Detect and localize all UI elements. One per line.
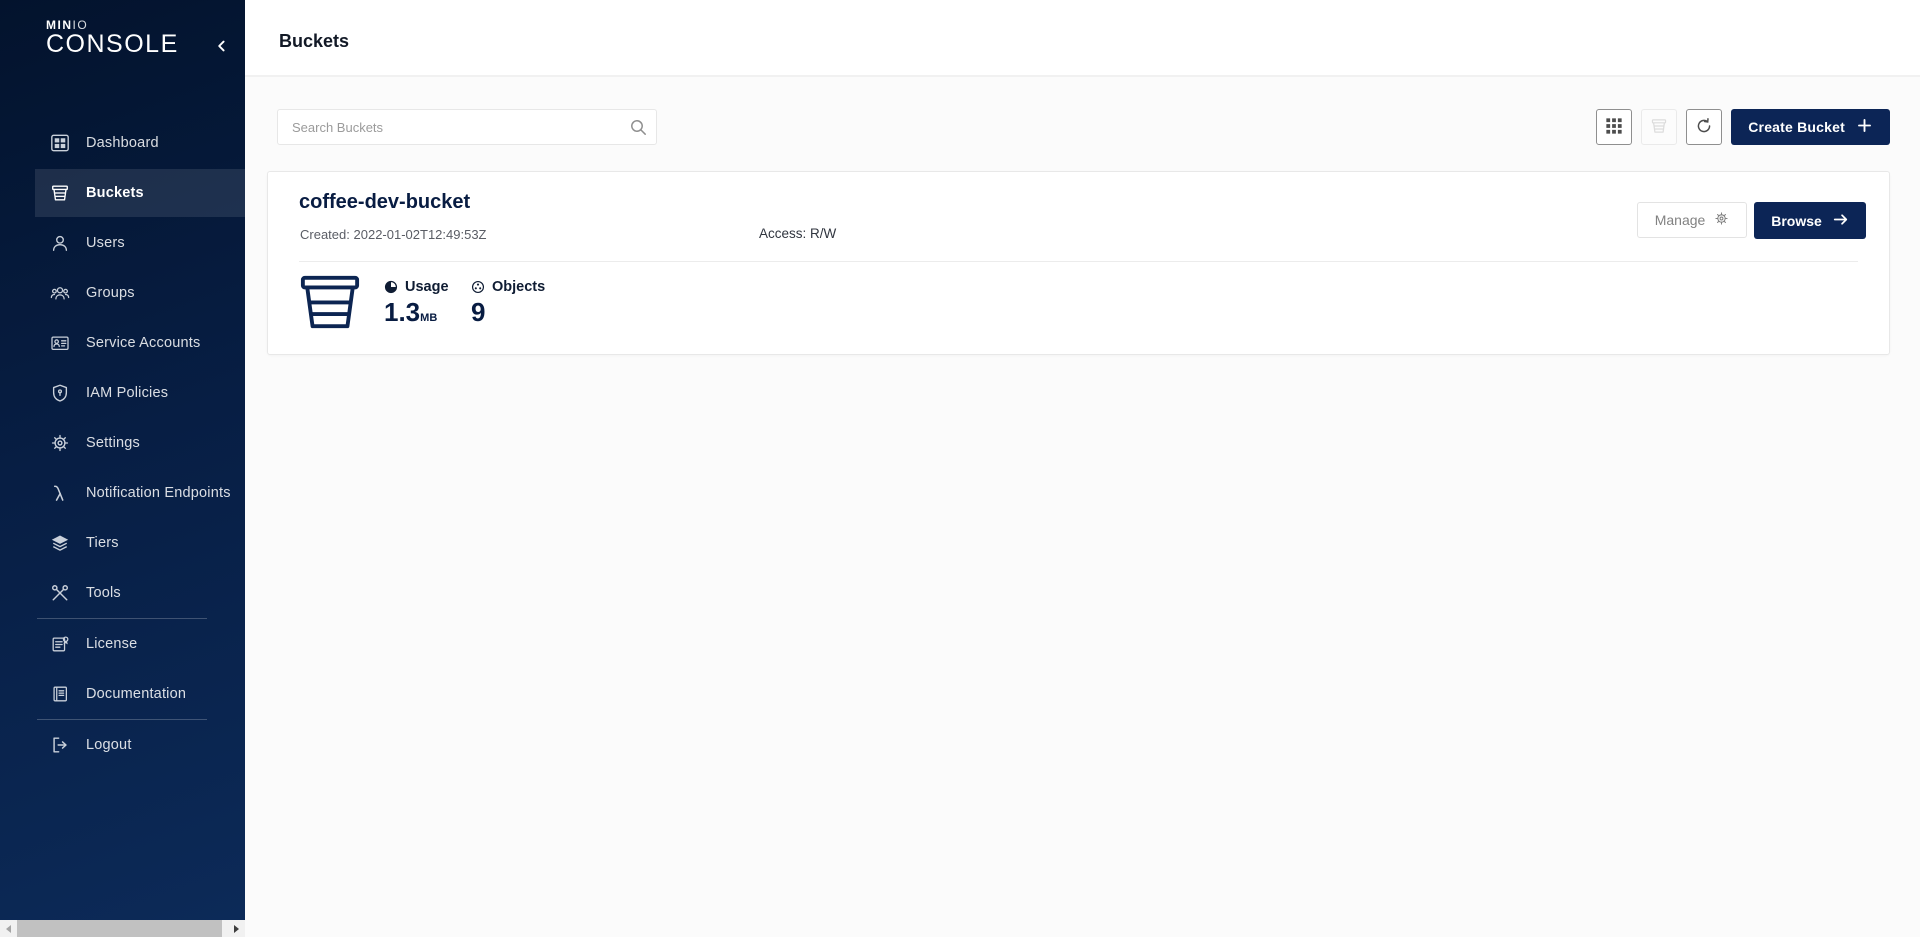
shield-icon [50,383,70,403]
scroll-left-arrow[interactable] [0,920,17,937]
manage-label: Manage [1655,212,1706,228]
refresh-button[interactable] [1686,109,1722,145]
sidebar-item-settings[interactable]: Settings [0,418,245,468]
objects-value: 9 [471,297,485,327]
card-divider [299,261,1858,262]
usage-metric: Usage 1.3MB [384,279,449,332]
sidebar-item-label: Notification Endpoints [86,485,231,501]
plus-icon [1856,117,1873,137]
browse-button[interactable]: Browse [1754,202,1866,239]
logout-icon [50,735,70,755]
list-view-button [1641,109,1677,145]
license-icon [50,634,70,654]
gear-icon [50,433,70,453]
main-content: Create Bucket coffee-dev-bucket Created:… [245,77,1920,937]
sidebar-item-dashboard[interactable]: Dashboard [0,118,245,168]
access-label: Access: [759,226,806,241]
created-value: 2022-01-02T12:49:53Z [354,227,487,242]
manage-button[interactable]: Manage [1637,202,1747,238]
scroll-right-arrow[interactable] [228,920,245,937]
objects-label: Objects [492,279,545,295]
sidebar-item-label: Buckets [86,185,144,201]
arrow-right-icon [1832,211,1849,231]
bucket-list-icon [1650,117,1668,138]
bucket-icon [50,183,70,203]
gear-icon [1714,211,1729,229]
grid-view-icon [1605,117,1623,138]
bucket-icon [299,274,361,330]
sidebar: MINIO CONSOLE Dashboard Buckets Users Gr… [0,0,245,920]
sidebar-item-label: Tiers [86,535,119,551]
sidebar-item-label: Settings [86,435,140,451]
page-title: Buckets [279,31,349,52]
create-bucket-button[interactable]: Create Bucket [1731,109,1890,145]
objects-icon [471,280,485,294]
usage-unit: MB [420,312,437,324]
usage-label: Usage [405,279,449,295]
sidebar-item-tools[interactable]: Tools [0,568,245,618]
sidebar-item-label: Tools [86,585,121,601]
bucket-name[interactable]: coffee-dev-bucket [299,191,470,214]
lambda-icon [50,483,70,503]
created-label: Created: [300,227,350,242]
sidebar-item-users[interactable]: Users [0,218,245,268]
create-bucket-label: Create Bucket [1748,119,1845,135]
sidebar-item-tiers[interactable]: Tiers [0,518,245,568]
access-value: R/W [810,226,836,241]
groups-icon [50,283,70,303]
user-icon [50,233,70,253]
page-header: Buckets [245,0,1920,77]
pie-icon [384,280,398,294]
search-input[interactable] [277,109,657,145]
sidebar-item-service-accounts[interactable]: Service Accounts [0,318,245,368]
toolbar-actions: Create Bucket [1596,109,1890,145]
sidebar-item-logout[interactable]: Logout [0,720,245,770]
sidebar-item-documentation[interactable]: Documentation [0,669,245,719]
browse-label: Browse [1771,213,1822,229]
sidebar-item-label: Users [86,235,125,251]
sidebar-item-label: Documentation [86,686,186,702]
search-icon [628,117,648,137]
refresh-icon [1695,117,1713,138]
sidebar-item-label: Dashboard [86,135,159,151]
sidebar-item-label: License [86,636,137,652]
id-card-icon [50,333,70,353]
scrollbar-thumb[interactable] [17,920,222,937]
logo-io: IO [73,18,89,32]
bucket-created: Created: 2022-01-02T12:49:53Z [300,227,486,242]
left-arrow-icon [6,925,11,933]
objects-metric: Objects 9 [471,279,545,326]
bucket-access: Access: R/W [759,226,836,241]
sidebar-item-iam-policies[interactable]: IAM Policies [0,368,245,418]
book-icon [50,684,70,704]
sidebar-item-license[interactable]: License [0,619,245,669]
sidebar-item-label: Service Accounts [86,335,200,351]
sidebar-item-label: IAM Policies [86,385,168,401]
sidebar-item-groups[interactable]: Groups [0,268,245,318]
layers-icon [50,533,70,553]
logo-console: CONSOLE [46,31,179,57]
minio-logo: MINIO CONSOLE [46,19,179,57]
right-arrow-icon [234,925,239,933]
sidebar-item-label: Groups [86,285,135,301]
bucket-card: coffee-dev-bucket Created: 2022-01-02T12… [267,171,1890,355]
chevron-left-icon [214,38,230,57]
tools-icon [50,583,70,603]
horizontal-scrollbar[interactable] [0,920,245,937]
sidebar-item-label: Logout [86,737,132,753]
grid-view-button[interactable] [1596,109,1632,145]
sidebar-collapse-button[interactable] [211,36,233,58]
usage-value: 1.3 [384,297,420,327]
dashboard-icon [50,133,70,153]
search-wrap [277,109,657,145]
sidebar-item-buckets[interactable]: Buckets [0,168,245,218]
sidebar-item-notification-endpoints[interactable]: Notification Endpoints [0,468,245,518]
sidebar-menu: Dashboard Buckets Users Groups Service A… [0,118,245,770]
